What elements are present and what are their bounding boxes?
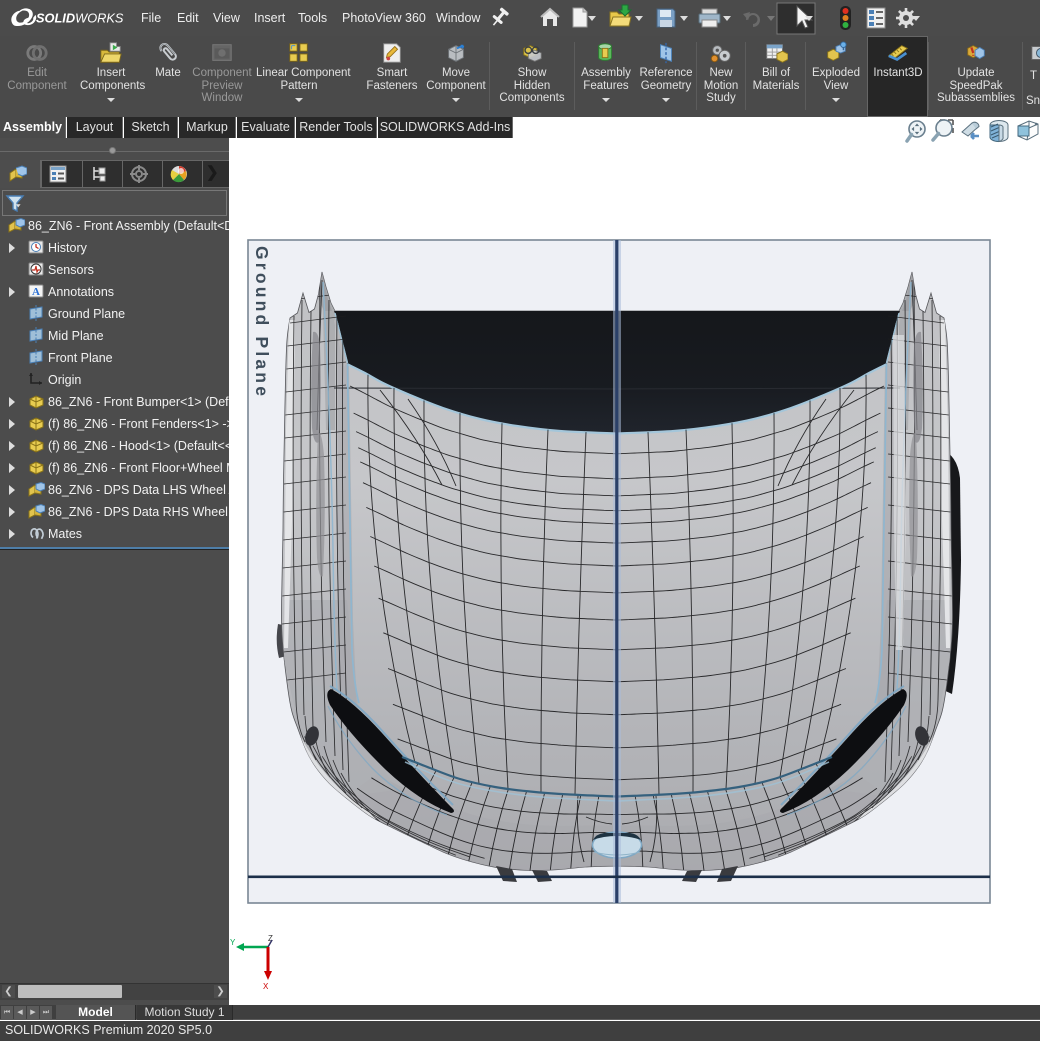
svg-text:A: A <box>32 286 40 298</box>
svg-text:SOLIDWORKS: SOLIDWORKS <box>36 11 124 26</box>
svg-text:Y: Y <box>230 938 236 947</box>
svg-text:Ground Plane: Ground Plane <box>252 246 272 399</box>
svg-text:X: X <box>263 982 269 991</box>
